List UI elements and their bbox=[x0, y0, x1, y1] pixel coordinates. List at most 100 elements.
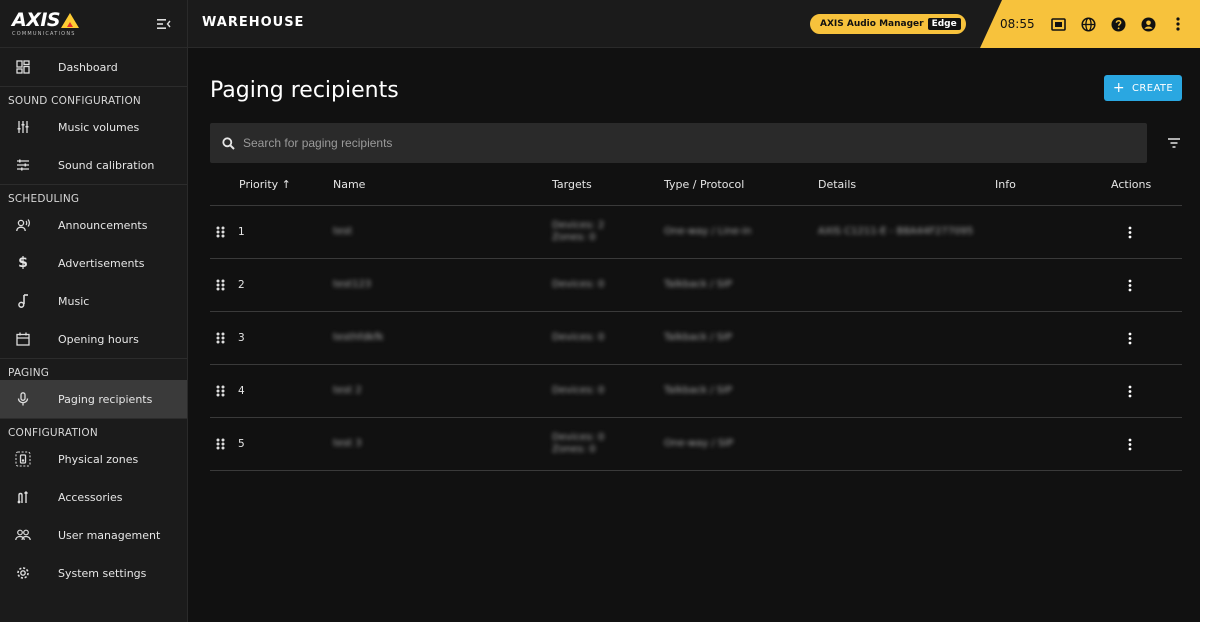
priority-cell: 2 bbox=[238, 279, 245, 291]
account-button[interactable] bbox=[1140, 16, 1156, 32]
speaking-person-icon bbox=[14, 216, 32, 234]
sidebar-item-advertisements[interactable]: $ Advertisements bbox=[0, 244, 187, 282]
account-icon bbox=[1141, 17, 1156, 31]
top-bar: WAREHOUSE AXIS Audio Manager Edge 08:55 bbox=[188, 0, 1200, 48]
sidebar-item-paging-recipients[interactable]: Paging recipients bbox=[0, 380, 187, 418]
language-button[interactable] bbox=[1081, 16, 1097, 32]
sidebar-item-music-volumes[interactable]: Music volumes bbox=[0, 108, 187, 146]
sidebar-item-music[interactable]: Music bbox=[0, 282, 187, 320]
help-icon bbox=[1111, 17, 1126, 31]
main-content: Paging recipients + CREATE Priority ↑ Na… bbox=[188, 48, 1200, 622]
priority-cell: 1 bbox=[238, 226, 245, 238]
sidebar-item-system-settings[interactable]: System settings bbox=[0, 554, 187, 592]
drag-handle-icon[interactable] bbox=[215, 278, 227, 292]
search-input[interactable] bbox=[243, 136, 1123, 150]
row-actions-button[interactable] bbox=[1120, 275, 1140, 295]
type-cell: Talkback / SIP bbox=[664, 278, 732, 290]
globe-icon bbox=[1081, 16, 1096, 32]
type-cell: Talkback / SIP bbox=[664, 384, 732, 396]
name-cell: test 3 bbox=[333, 437, 362, 449]
axis-logo: AXIS COMMUNICATIONS bbox=[12, 8, 80, 37]
collapse-sidebar-button[interactable] bbox=[153, 13, 175, 35]
name-cell: test123 bbox=[333, 278, 372, 290]
sidebar-item-label: Music volumes bbox=[58, 120, 140, 134]
site-title: WAREHOUSE bbox=[202, 15, 305, 30]
drag-handle-icon[interactable] bbox=[215, 331, 227, 345]
edition-label: Edge bbox=[927, 18, 961, 30]
section-paging: PAGING bbox=[0, 358, 187, 380]
drag-handle-icon[interactable] bbox=[215, 437, 227, 451]
create-button[interactable]: + CREATE bbox=[1104, 75, 1182, 101]
column-name[interactable]: Name bbox=[333, 178, 365, 191]
table-row[interactable]: 3 testhfdkfk Devices: 0 Talkback / SIP bbox=[210, 312, 1182, 365]
create-label: CREATE bbox=[1132, 82, 1174, 94]
more-vertical-icon bbox=[1128, 332, 1132, 344]
targets-cell: Devices: 2 Zones: 0 bbox=[552, 206, 604, 258]
gear-icon bbox=[14, 564, 32, 582]
more-vertical-icon bbox=[1128, 226, 1132, 238]
clock: 08:55 bbox=[1000, 17, 1035, 31]
search-icon bbox=[222, 136, 235, 150]
collapse-menu-icon bbox=[157, 18, 171, 29]
users-icon bbox=[14, 526, 32, 544]
column-info[interactable]: Info bbox=[995, 178, 1016, 191]
column-priority[interactable]: Priority ↑ bbox=[239, 178, 291, 191]
name-cell: test 2 bbox=[333, 384, 362, 396]
dollar-icon: $ bbox=[18, 255, 28, 271]
sidebar-item-label: Announcements bbox=[58, 218, 148, 232]
sidebar-item-dashboard[interactable]: Dashboard bbox=[0, 48, 187, 86]
filter-button[interactable] bbox=[1166, 135, 1182, 151]
drag-handle-icon[interactable] bbox=[215, 225, 227, 239]
column-targets[interactable]: Targets bbox=[552, 178, 592, 191]
row-actions-button[interactable] bbox=[1120, 222, 1140, 242]
microphone-icon bbox=[14, 390, 32, 408]
targets-devices: Devices: 0 bbox=[552, 384, 605, 396]
table-row[interactable]: 4 test 2 Devices: 0 Talkback / SIP bbox=[210, 365, 1182, 418]
priority-cell: 4 bbox=[238, 385, 245, 397]
more-vertical-icon bbox=[1128, 385, 1132, 397]
sidebar-item-physical-zones[interactable]: Physical zones bbox=[0, 440, 187, 478]
sidebar-item-announcements[interactable]: Announcements bbox=[0, 206, 187, 244]
row-actions-button[interactable] bbox=[1120, 381, 1140, 401]
column-type-protocol[interactable]: Type / Protocol bbox=[664, 178, 744, 191]
sidebar-item-label: Opening hours bbox=[58, 332, 139, 346]
table-header: Priority ↑ Name Targets Type / Protocol … bbox=[210, 163, 1182, 206]
table-row[interactable]: 5 test 3 Devices: 0 Zones: 0 One-way / SI… bbox=[210, 418, 1182, 471]
logo-text: AXIS bbox=[12, 8, 61, 31]
logo-triangle-icon bbox=[61, 12, 80, 28]
name-cell: test bbox=[333, 225, 353, 237]
top-bar-actions: 08:55 bbox=[1000, 0, 1200, 48]
sidebar: AXIS COMMUNICATIONS Dashboard SOUND CONF… bbox=[0, 0, 188, 622]
recipients-table: Priority ↑ Name Targets Type / Protocol … bbox=[210, 163, 1182, 471]
sidebar-item-user-management[interactable]: User management bbox=[0, 516, 187, 554]
row-actions-button[interactable] bbox=[1120, 328, 1140, 348]
plus-icon: + bbox=[1112, 80, 1125, 96]
details-cell: AXIS C1211-E - B8A44F277095 bbox=[818, 225, 974, 237]
column-details[interactable]: Details bbox=[818, 178, 856, 191]
music-note-icon bbox=[14, 292, 32, 310]
sidebar-item-accessories[interactable]: Accessories bbox=[0, 478, 187, 516]
dashboard-icon bbox=[14, 58, 32, 76]
sidebar-item-sound-calibration[interactable]: Sound calibration bbox=[0, 146, 187, 184]
targets-devices: Devices: 0 bbox=[552, 278, 605, 290]
drag-handle-icon[interactable] bbox=[215, 384, 227, 398]
calendar-icon bbox=[14, 330, 32, 348]
type-cell: One-way / SIP bbox=[664, 437, 734, 449]
row-actions-button[interactable] bbox=[1120, 434, 1140, 454]
sidebar-item-label: Paging recipients bbox=[58, 392, 153, 406]
search-bar bbox=[210, 123, 1147, 163]
type-cell: One-way / Line-in bbox=[664, 225, 752, 237]
page-title: Paging recipients bbox=[210, 78, 399, 103]
more-menu-button[interactable] bbox=[1170, 16, 1186, 32]
column-actions: Actions bbox=[1111, 178, 1152, 191]
sidebar-item-opening-hours[interactable]: Opening hours bbox=[0, 320, 187, 358]
targets-devices: Devices: 0 bbox=[552, 331, 605, 343]
help-button[interactable] bbox=[1110, 16, 1126, 32]
table-row[interactable]: 2 test123 Devices: 0 Talkback / SIP bbox=[210, 259, 1182, 312]
display-icon-button[interactable] bbox=[1051, 16, 1067, 32]
more-vertical-icon bbox=[1176, 17, 1180, 31]
table-row[interactable]: 1 test Devices: 2 Zones: 0 One-way / Line… bbox=[210, 206, 1182, 259]
sidebar-item-label: Accessories bbox=[58, 490, 123, 504]
product-badge[interactable]: AXIS Audio Manager Edge bbox=[810, 14, 966, 34]
targets-zones: Zones: 0 bbox=[552, 444, 596, 455]
